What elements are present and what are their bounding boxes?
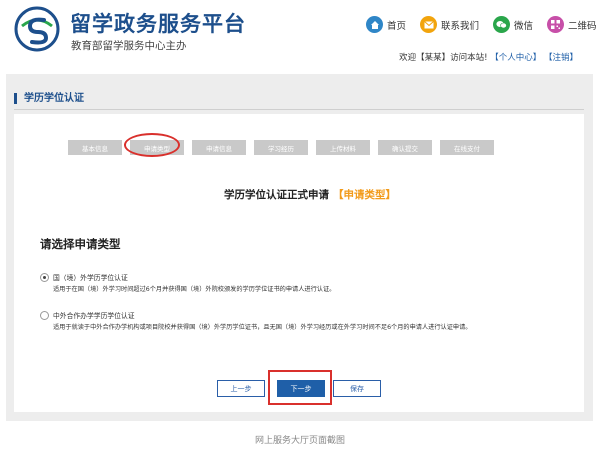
image-caption: 网上服务大厅页面截图: [254, 436, 345, 446]
qrcode-icon: [547, 16, 565, 33]
step-upload-materials[interactable]: 上传材料: [316, 140, 370, 155]
qrcode-link-label: 二维码: [568, 20, 597, 32]
user-name: 某某: [424, 53, 442, 63]
step-study-history[interactable]: 学习经历: [254, 140, 308, 155]
step-online-payment[interactable]: 在线支付: [440, 140, 494, 155]
prev-button[interactable]: 上一步: [217, 380, 265, 397]
site-subtitle: 教育部留学服务中心主办: [71, 40, 187, 52]
step-basic-info[interactable]: 基本信息: [68, 140, 122, 155]
mail-icon: [420, 16, 438, 33]
logo-icon: [14, 6, 60, 52]
form-card: [14, 114, 584, 412]
contact-link-label: 联系我们: [441, 20, 480, 32]
step-application-info[interactable]: 申请信息: [192, 140, 246, 155]
form-heading-sub: 【申请类型】: [333, 189, 396, 201]
option-joint-program-radio[interactable]: [40, 311, 49, 320]
option-overseas-radio[interactable]: [40, 273, 49, 282]
option-overseas-desc: 适用于在国（境）外学习时间超过6个月并获得国（境）外院校颁发的学历学位证书的申请…: [53, 286, 336, 293]
qrcode-link[interactable]: 二维码: [547, 16, 597, 33]
site-title: 留学政务服务平台: [70, 12, 246, 36]
option-overseas-title: 国（境）外学历学位认证: [53, 274, 128, 282]
top-links: 首页 联系我们 微信 二维码: [366, 16, 600, 33]
next-button[interactable]: 下一步: [277, 380, 325, 397]
step-confirm-submit[interactable]: 确认提交: [378, 140, 432, 155]
option-joint-program-desc: 适用于就读于中外合作办学机构或项目院校并获得国（境）外学历学位证书，且无国（境）…: [53, 324, 472, 331]
current-step-highlight: [124, 133, 180, 157]
contact-link[interactable]: 联系我们: [420, 16, 479, 33]
save-button[interactable]: 保存: [333, 380, 381, 397]
form-heading-text: 学历学位认证正式申请: [224, 189, 329, 201]
site-header: 留学政务服务平台 教育部留学服务中心主办 首页 联系我们 微信 二维码 欢迎【某…: [0, 0, 600, 68]
personal-center-link[interactable]: 【个人中心】: [490, 53, 541, 63]
logout-link[interactable]: 【注销】: [544, 53, 578, 63]
welcome-suffix: 】访问本站!: [441, 53, 488, 63]
wechat-link-label: 微信: [514, 20, 534, 32]
wechat-icon: [493, 16, 511, 33]
home-link[interactable]: 首页: [366, 16, 406, 33]
choose-type-title: 请选择申请类型: [40, 237, 121, 251]
section-bar: [14, 86, 584, 110]
form-heading: 学历学位认证正式申请 【申请类型】: [224, 187, 396, 202]
user-bar: 欢迎【某某】访问本站! 【个人中心】 【注销】: [399, 51, 578, 63]
welcome-prefix: 欢迎【: [399, 53, 425, 63]
home-link-label: 首页: [387, 20, 407, 32]
option-joint-program-title: 中外合作办学学历学位认证: [53, 312, 135, 320]
home-icon: [366, 16, 383, 33]
wechat-link[interactable]: 微信: [493, 16, 533, 33]
section-title: 学历学位认证: [14, 93, 84, 104]
